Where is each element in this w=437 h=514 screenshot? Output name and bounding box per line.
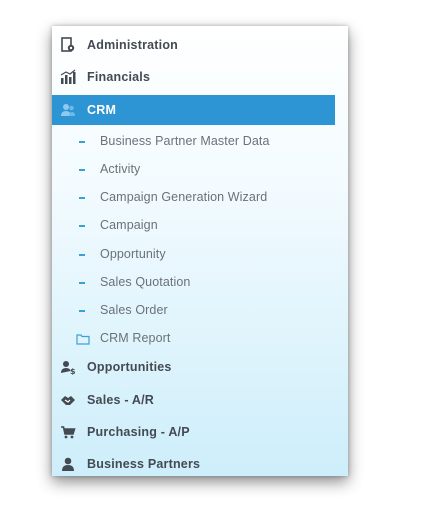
menu-item-label: Business Partners	[87, 457, 201, 471]
submenu-item-opportunity[interactable]: Opportunity	[52, 243, 335, 267]
user-dollar-icon: $	[60, 359, 76, 375]
cart-icon	[60, 424, 76, 440]
menu-item-purchasing-ap[interactable]: Purchasing - A/P	[52, 417, 335, 447]
menu-item-label: CRM	[87, 103, 117, 117]
submenu-item-label: Opportunity	[100, 247, 166, 261]
user-group-icon	[60, 102, 76, 118]
submenu-item-label: Business Partner Master Data	[100, 134, 270, 148]
submenu-item-label: CRM Report	[100, 331, 171, 345]
submenu-item-label: Sales Order	[100, 303, 168, 317]
folder-icon	[76, 332, 90, 350]
submenu-item-campaign[interactable]: Campaign	[52, 214, 335, 238]
dash-icon	[79, 225, 85, 227]
submenu-item-campaign-generation-wizard[interactable]: Campaign Generation Wizard	[52, 186, 335, 210]
dash-icon	[79, 169, 85, 171]
submenu-item-sales-order[interactable]: Sales Order	[52, 299, 335, 323]
dash-icon	[79, 282, 85, 284]
submenu-item-sales-quotation[interactable]: Sales Quotation	[52, 271, 335, 295]
person-icon	[60, 456, 76, 472]
submenu-item-label: Sales Quotation	[100, 275, 191, 289]
menu-item-label: Financials	[87, 70, 151, 84]
navigation-panel: Administration Financials CRM Business P…	[52, 26, 348, 476]
submenu-item-label: Activity	[100, 162, 141, 176]
dash-icon	[79, 197, 85, 199]
bar-chart-icon	[60, 69, 76, 85]
menu-item-crm[interactable]: CRM	[52, 95, 335, 125]
svg-text:$: $	[70, 367, 76, 375]
menu-item-label: Purchasing - A/P	[87, 425, 190, 439]
submenu-item-label: Campaign Generation Wizard	[100, 190, 268, 204]
menu-item-administration[interactable]: Administration	[52, 30, 335, 60]
handshake-icon	[60, 392, 76, 408]
submenu-item-activity[interactable]: Activity	[52, 158, 335, 182]
menu-item-label: Opportunities	[87, 360, 172, 374]
menu-item-financials[interactable]: Financials	[52, 62, 335, 92]
submenu-item-label: Campaign	[100, 218, 158, 232]
menu-item-label: Administration	[87, 38, 178, 52]
dash-icon	[79, 254, 85, 256]
menu-item-business-partners[interactable]: Business Partners	[52, 449, 335, 476]
submenu-item-business-partner-master-data[interactable]: Business Partner Master Data	[52, 130, 335, 154]
menu-item-label: Sales - A/R	[87, 393, 155, 407]
dash-icon	[79, 310, 85, 312]
submenu-item-crm-report[interactable]: CRM Report	[52, 327, 335, 351]
menu-item-sales-ar[interactable]: Sales - A/R	[52, 385, 335, 415]
menu-item-opportunities[interactable]: $ Opportunities	[52, 352, 335, 382]
gear-document-icon	[60, 37, 76, 53]
dash-icon	[79, 141, 85, 143]
